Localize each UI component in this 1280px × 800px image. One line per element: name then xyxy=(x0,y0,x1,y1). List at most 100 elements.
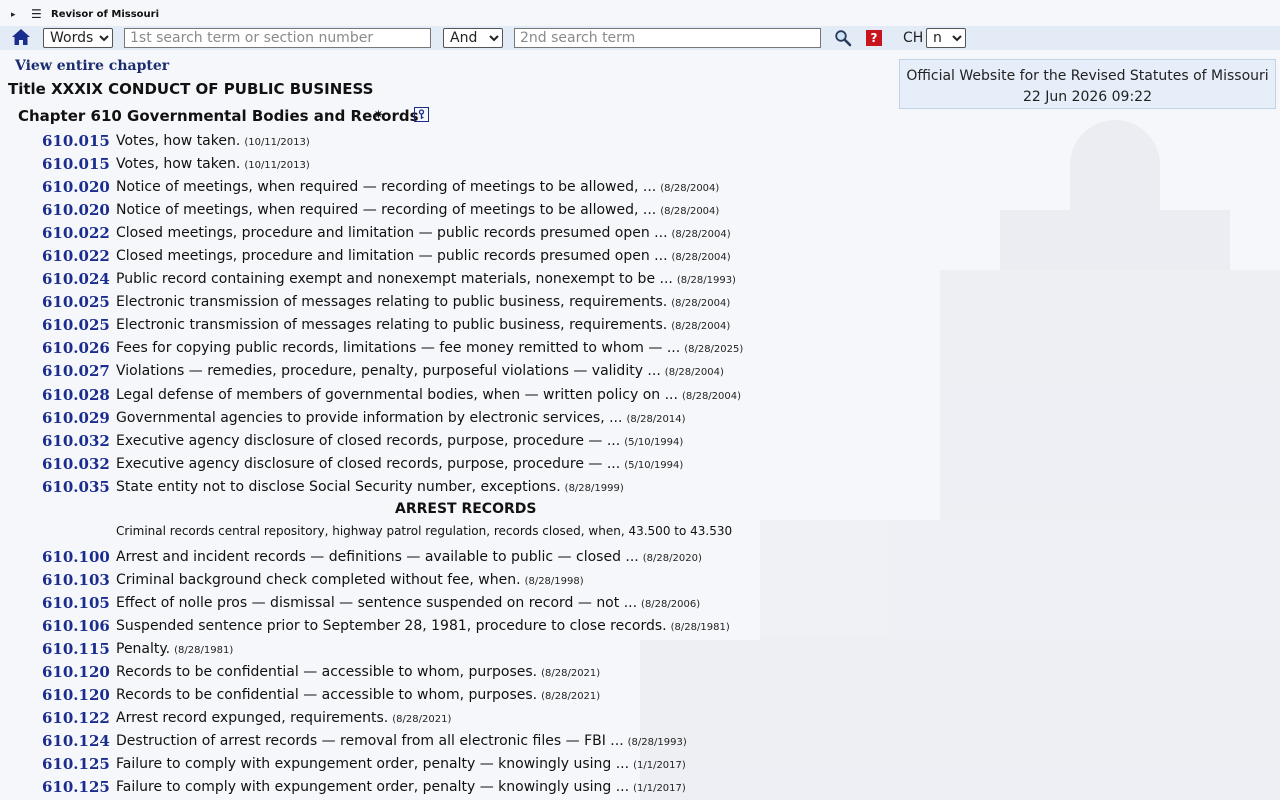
section-row: 610.103 Criminal background check complet… xyxy=(0,568,900,591)
section-description-text: Votes, how taken. xyxy=(116,156,241,173)
section-number-link[interactable]: 610.020 xyxy=(42,178,110,196)
search-mode-select[interactable]: Words xyxy=(43,28,113,48)
section-description: Legal defense of members of governmental… xyxy=(116,387,741,403)
section-effective-date: (8/28/2004) xyxy=(681,390,742,402)
section-effective-date: (8/28/2004) xyxy=(671,321,731,333)
section-description: Failure to comply with expungement order… xyxy=(116,779,686,795)
first-search-term-input[interactable] xyxy=(124,28,431,48)
section-number-link[interactable]: 610.015 xyxy=(42,132,110,150)
help-icon[interactable]: ? xyxy=(866,30,882,46)
section-effective-date: (8/28/2021) xyxy=(392,714,452,726)
section-effective-date: (8/28/2006) xyxy=(641,599,701,611)
section-description: Public record containing exempt and none… xyxy=(116,271,736,287)
section-number-link[interactable]: 610.022 xyxy=(42,224,110,242)
section-description-text: Destruction of arrest records — removal … xyxy=(116,733,624,750)
page-title: Title XXXIX CONDUCT OF PUBLIC BUSINESS xyxy=(8,80,374,98)
section-number-link[interactable]: 610.106 xyxy=(42,617,110,635)
section-number-link[interactable]: 610.103 xyxy=(42,571,110,589)
section-row: 610.025 Electronic transmission of messag… xyxy=(0,290,900,313)
section-description: Arrest and incident records — definition… xyxy=(116,549,702,565)
section-row: 610.120 Records to be confidential — acce… xyxy=(0,660,900,683)
section-row: 610.025 Electronic transmission of messag… xyxy=(0,313,900,336)
section-number-link[interactable]: 610.015 xyxy=(42,155,110,173)
section-row: 610.022 Closed meetings, procedure and li… xyxy=(0,221,900,244)
current-timestamp: 22 Jun 2026 09:22 xyxy=(1022,89,1152,105)
section-number-link[interactable]: 610.025 xyxy=(42,293,110,311)
section-description: Violations — remedies, procedure, penalt… xyxy=(116,363,724,379)
section-effective-date: (8/28/2004) xyxy=(664,367,724,379)
key-icon[interactable] xyxy=(414,107,429,122)
section-number-link[interactable]: 610.115 xyxy=(42,640,110,658)
section-row: 610.024 Public record containing exempt a… xyxy=(0,267,900,290)
section-number-link[interactable]: 610.022 xyxy=(42,247,110,265)
star-icon[interactable]: ✷ xyxy=(373,108,384,123)
section-number-link[interactable]: 610.105 xyxy=(42,594,110,612)
section-description-text: Executive agency disclosure of closed re… xyxy=(116,432,621,449)
section-description-text: Electronic transmission of messages rela… xyxy=(116,294,668,311)
section-row: 610.020 Notice of meetings, when required… xyxy=(0,198,900,221)
home-icon[interactable] xyxy=(11,27,31,47)
search-bar: Words And ? CH n xyxy=(0,26,1280,50)
section-number-link[interactable]: 610.032 xyxy=(42,455,110,473)
section-description-text: Notice of meetings, when required — reco… xyxy=(116,179,657,196)
view-entire-chapter-link[interactable]: View entire chapter xyxy=(15,58,169,74)
section-row: 610.032 Executive agency disclosure of cl… xyxy=(0,429,900,452)
search-operator-select[interactable]: And xyxy=(443,28,503,48)
section-row: 610.125 Failure to comply with expungemen… xyxy=(0,775,900,798)
second-search-term-input[interactable] xyxy=(514,28,821,48)
section-row: 610.015 Votes, how taken. (10/11/2013) xyxy=(0,129,900,152)
section-list: 610.015 Votes, how taken. (10/11/2013) 610.… xyxy=(0,129,900,498)
search-icon[interactable] xyxy=(834,29,852,47)
expand-icon[interactable]: ▸ xyxy=(11,10,16,20)
official-website-text: Official Website for the Revised Statute… xyxy=(906,68,1269,84)
section-description: Destruction of arrest records — removal … xyxy=(116,733,687,749)
section-effective-date: (8/28/2025) xyxy=(684,344,744,356)
section-description: Suspended sentence prior to September 28… xyxy=(116,618,730,634)
chapter-select[interactable]: n xyxy=(926,28,966,48)
section-number-link[interactable]: 610.020 xyxy=(42,201,110,219)
section-row: 610.115 Penalty. (8/28/1981) xyxy=(0,637,900,660)
section-description: State entity not to disclose Social Secu… xyxy=(116,479,624,495)
section-row: 610.106 Suspended sentence prior to Septe… xyxy=(0,614,900,637)
section-description-text: Closed meetings, procedure and limitatio… xyxy=(116,225,668,242)
section-description: Arrest record expunged, requirements. (8/… xyxy=(116,710,451,726)
section-number-link[interactable]: 610.027 xyxy=(42,362,110,380)
section-number-link[interactable]: 610.125 xyxy=(42,778,110,796)
section-number-link[interactable]: 610.125 xyxy=(42,755,110,773)
section-description-text: Closed meetings, procedure and limitatio… xyxy=(116,248,668,265)
section-number-link[interactable]: 610.120 xyxy=(42,686,110,704)
section-number-link[interactable]: 610.029 xyxy=(42,409,110,427)
section-effective-date: (5/10/1994) xyxy=(624,459,684,471)
section-row: 610.027 Violations — remedies, procedure,… xyxy=(0,359,900,382)
section-description-text: State entity not to disclose Social Secu… xyxy=(116,478,561,495)
section-effective-date: (8/28/1999) xyxy=(564,482,624,494)
section-number-link[interactable]: 610.122 xyxy=(42,709,110,727)
section-row: 610.124 Destruction of arrest records — r… xyxy=(0,729,900,752)
section-description: Votes, how taken. (10/11/2013) xyxy=(116,133,310,149)
section-number-link[interactable]: 610.120 xyxy=(42,663,110,681)
section-number-link[interactable]: 610.035 xyxy=(42,478,110,496)
section-description-text: Violations — remedies, procedure, penalt… xyxy=(116,363,661,380)
section-number-link[interactable]: 610.028 xyxy=(42,386,110,404)
section-effective-date: (8/28/2020) xyxy=(642,553,702,564)
section-description: Notice of meetings, when required — reco… xyxy=(116,202,719,218)
menu-icon[interactable]: ☰ xyxy=(31,7,42,21)
section-number-link[interactable]: 610.025 xyxy=(42,316,110,334)
section-number-link[interactable]: 610.024 xyxy=(42,270,110,288)
site-brand[interactable]: Revisor of Missouri xyxy=(51,9,159,20)
section-effective-date: (8/28/2014) xyxy=(626,413,686,425)
section-description: Effect of nolle pros — dismissal — sente… xyxy=(116,595,700,611)
section-number-link[interactable]: 610.124 xyxy=(42,732,110,750)
section-number-link[interactable]: 610.026 xyxy=(42,339,110,357)
chapter-heading: Chapter 610 Governmental Bodies and Reco… xyxy=(18,107,419,125)
section-number-link[interactable]: 610.032 xyxy=(42,432,110,450)
section-effective-date: (8/28/1993) xyxy=(676,275,736,287)
section-row: 610.022 Closed meetings, procedure and li… xyxy=(0,244,900,267)
section-description: Failure to comply with expungement order… xyxy=(116,756,686,772)
section-description: Fees for copying public records, limitat… xyxy=(116,340,743,356)
section-number-link[interactable]: 610.100 xyxy=(42,548,110,566)
section-description-text: Records to be confidential — accessible … xyxy=(116,664,538,681)
official-website-info-box: Official Website for the Revised Statute… xyxy=(899,59,1276,109)
section-description-text: Penalty. xyxy=(116,641,171,658)
section-row: 610.029 Governmental agencies to provide … xyxy=(0,406,900,429)
